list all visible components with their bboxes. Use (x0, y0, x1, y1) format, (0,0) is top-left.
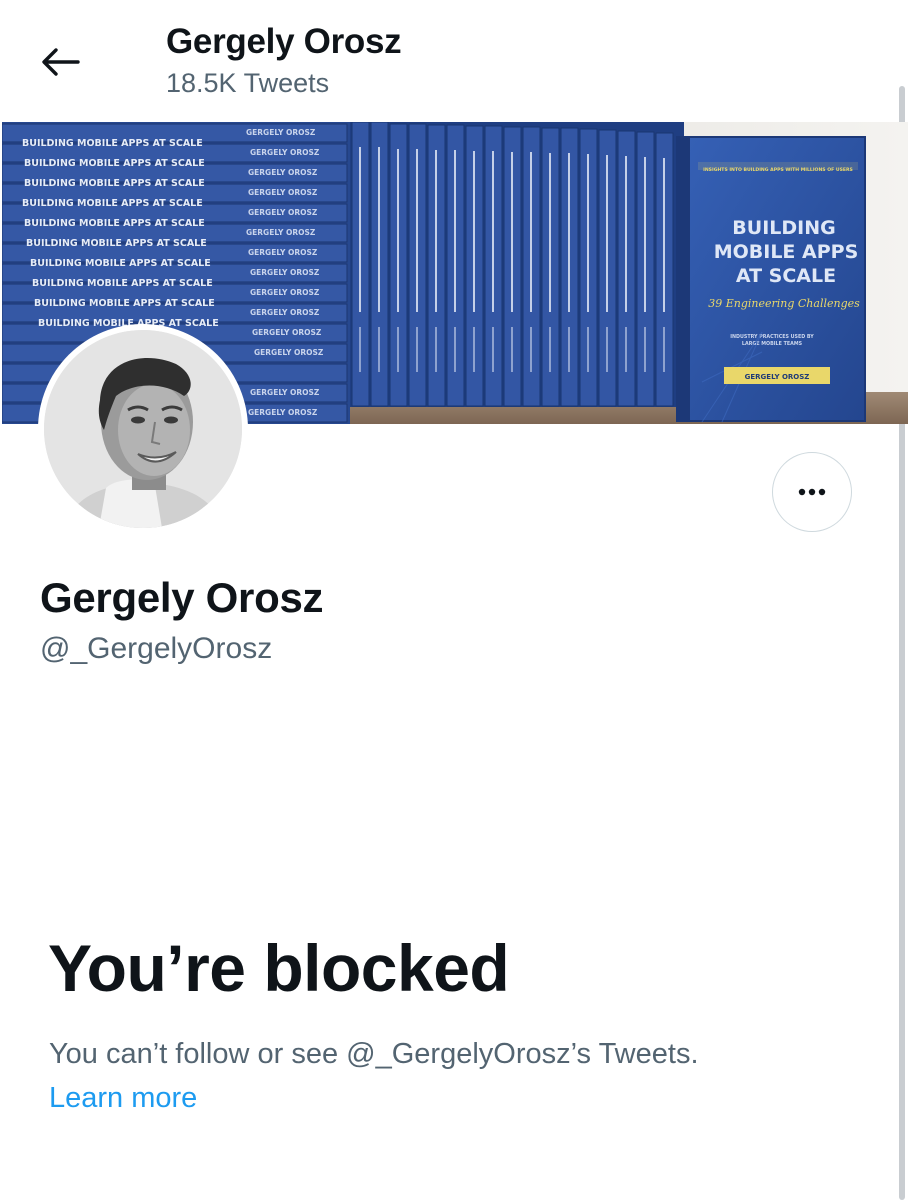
svg-text:INDUSTRY PRACTICES USED BY: INDUSTRY PRACTICES USED BY (730, 334, 814, 340)
svg-text:GERGELY OROSZ: GERGELY OROSZ (248, 168, 318, 177)
tweet-count: 18.5K Tweets (166, 68, 330, 98)
svg-text:BUILDING MOBILE APPS AT SCALE: BUILDING MOBILE APPS AT SCALE (32, 278, 213, 289)
profile-name: Gergely Orosz (40, 574, 324, 621)
avatar-photo (44, 330, 242, 528)
arrow-left-icon (42, 48, 80, 76)
svg-text:BUILDING MOBILE APPS AT SCALE: BUILDING MOBILE APPS AT SCALE (24, 178, 205, 189)
svg-text:LARGE MOBILE TEAMS: LARGE MOBILE TEAMS (742, 341, 803, 347)
profile-handle: @_GergelyOrosz (40, 632, 273, 665)
header-title: Gergely Orosz (166, 22, 402, 61)
more-horizontal-icon (798, 488, 826, 496)
svg-text:GERGELY OROSZ: GERGELY OROSZ (250, 308, 320, 317)
svg-text:GERGELY OROSZ: GERGELY OROSZ (248, 408, 318, 417)
svg-text:MOBILE APPS: MOBILE APPS (714, 241, 859, 263)
svg-text:GERGELY OROSZ: GERGELY OROSZ (250, 268, 320, 277)
svg-text:GERGELY OROSZ: GERGELY OROSZ (250, 288, 320, 297)
blocked-title: You’re blocked (48, 931, 510, 1005)
profile-header: Gergely Orosz 18.5K Tweets (0, 0, 913, 120)
svg-text:39 Engineering Challenges: 39 Engineering Challenges (708, 297, 860, 310)
svg-text:GERGELY OROSZ: GERGELY OROSZ (248, 188, 318, 197)
svg-text:BUILDING MOBILE APPS AT SCALE: BUILDING MOBILE APPS AT SCALE (26, 238, 207, 249)
svg-text:BUILDING MOBILE APPS AT SCALE: BUILDING MOBILE APPS AT SCALE (24, 158, 205, 169)
more-options-button[interactable] (772, 452, 852, 532)
learn-more-link[interactable]: Learn more (49, 1082, 197, 1115)
avatar[interactable] (38, 324, 248, 534)
svg-text:BUILDING MOBILE APPS AT SCALE: BUILDING MOBILE APPS AT SCALE (22, 138, 203, 149)
svg-text:BUILDING MOBILE APPS AT SCALE: BUILDING MOBILE APPS AT SCALE (34, 298, 215, 309)
svg-text:AT SCALE: AT SCALE (736, 265, 836, 287)
svg-text:GERGELY OROSZ: GERGELY OROSZ (248, 208, 318, 217)
svg-text:BUILDING MOBILE APPS AT SCALE: BUILDING MOBILE APPS AT SCALE (24, 218, 205, 229)
svg-text:GERGELY OROSZ: GERGELY OROSZ (252, 328, 322, 337)
svg-text:GERGELY OROSZ: GERGELY OROSZ (246, 128, 316, 137)
svg-text:GERGELY OROSZ: GERGELY OROSZ (250, 148, 320, 157)
svg-text:GERGELY OROSZ: GERGELY OROSZ (254, 348, 324, 357)
svg-text:INSIGHTS INTO BUILDING APPS WI: INSIGHTS INTO BUILDING APPS WITH MILLION… (703, 167, 853, 173)
svg-text:GERGELY OROSZ: GERGELY OROSZ (250, 388, 320, 397)
back-button[interactable] (34, 36, 86, 88)
svg-text:BUILDING MOBILE APPS AT SCALE: BUILDING MOBILE APPS AT SCALE (22, 198, 203, 209)
svg-text:BUILDING MOBILE APPS AT SCALE: BUILDING MOBILE APPS AT SCALE (30, 258, 211, 269)
svg-text:GERGELY OROSZ: GERGELY OROSZ (248, 248, 318, 257)
svg-text:GERGELY OROSZ: GERGELY OROSZ (246, 228, 316, 237)
blocked-message: You can’t follow or see @_GergelyOrosz’s… (49, 1038, 699, 1070)
svg-text:GERGELY OROSZ: GERGELY OROSZ (745, 373, 810, 381)
svg-text:BUILDING: BUILDING (732, 217, 835, 239)
